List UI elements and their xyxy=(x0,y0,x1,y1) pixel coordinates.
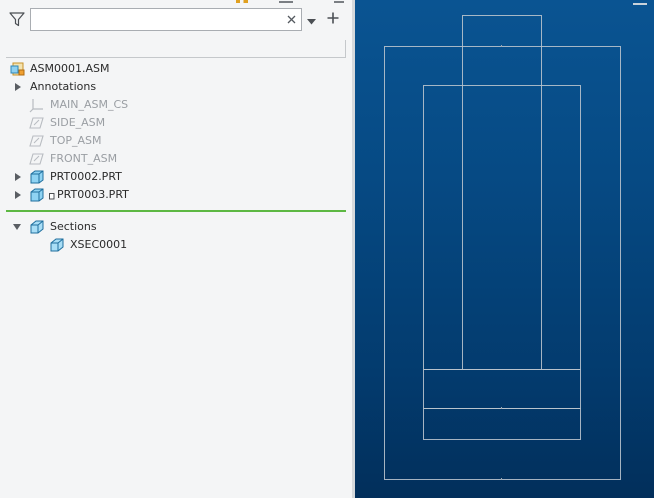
tree-root-item[interactable]: ASM0001.ASM xyxy=(8,60,338,78)
section-icon xyxy=(29,219,45,235)
assembly-icon xyxy=(10,61,26,77)
tree-item-prt0002[interactable]: PRT0002.PRT xyxy=(8,168,338,186)
tree-item-sections[interactable]: Sections xyxy=(8,218,338,236)
expand-arrow-icon[interactable] xyxy=(15,173,21,181)
plus-icon[interactable] xyxy=(327,12,339,24)
tree-item-label: MAIN_ASM_CS xyxy=(50,98,129,111)
search-field[interactable] xyxy=(30,8,302,31)
tree-item-prt0003[interactable]: PRT0003.PRT xyxy=(8,186,338,204)
section-icon xyxy=(49,237,65,253)
datum-plane-icon xyxy=(29,151,45,167)
clear-icon[interactable] xyxy=(286,14,297,25)
tree-item-main-asm-cs[interactable]: MAIN_ASM_CS xyxy=(8,96,338,114)
tree-item-label: Sections xyxy=(50,220,97,233)
toolbar-icon-partial[interactable] xyxy=(279,0,293,3)
middle-frame-edge xyxy=(423,85,581,440)
coordinate-system-icon xyxy=(29,97,45,113)
tree-item-label: FRONT_ASM xyxy=(50,152,118,165)
expand-arrow-icon[interactable] xyxy=(15,191,21,199)
part-icon xyxy=(29,169,45,185)
tree-item-front-asm[interactable]: FRONT_ASM xyxy=(8,150,338,168)
wireframe-model xyxy=(384,15,621,480)
tree-item-label: PRT0003.PRT xyxy=(57,188,129,201)
viewport-top-right-icon-partial[interactable] xyxy=(633,0,647,5)
filter-icon[interactable] xyxy=(8,10,26,28)
model-tree-panel: ASM0001.ASM Annotations MAIN_ASM_CS SIDE… xyxy=(0,0,352,498)
collapse-arrow-icon[interactable] xyxy=(13,224,21,230)
tree-item-label: SIDE_ASM xyxy=(50,116,106,129)
tree-item-label: PRT0002.PRT xyxy=(50,170,122,183)
graphics-viewport[interactable] xyxy=(355,0,654,498)
outer-frame-edge xyxy=(384,46,621,480)
expand-arrow-icon[interactable] xyxy=(15,83,21,91)
tree-item-top-asm[interactable]: TOP_ASM xyxy=(8,132,338,150)
toolbar-icon-partial[interactable] xyxy=(334,0,344,3)
toolbar-icon-partial[interactable] xyxy=(236,0,250,3)
part-icon xyxy=(29,187,45,203)
status-marker-icon xyxy=(49,188,55,200)
tree-item-label: XSEC0001 xyxy=(70,238,128,251)
tree-item-annotations[interactable]: Annotations xyxy=(8,78,338,96)
search-input[interactable] xyxy=(35,11,275,28)
insert-here-marker[interactable] xyxy=(6,210,346,212)
tree-item-label: ASM0001.ASM xyxy=(30,62,110,75)
tree-item-label: Annotations xyxy=(30,80,97,93)
tree-item-side-asm[interactable]: SIDE_ASM xyxy=(8,114,338,132)
datum-plane-icon xyxy=(29,115,45,131)
datum-plane-icon xyxy=(29,133,45,149)
tree-item-xsec0001[interactable]: XSEC0001 xyxy=(8,236,338,254)
tree-item-label: TOP_ASM xyxy=(50,134,102,147)
chevron-down-icon[interactable] xyxy=(307,15,316,25)
inner-shaft-edge xyxy=(462,15,542,370)
tree-column-header xyxy=(6,40,346,58)
